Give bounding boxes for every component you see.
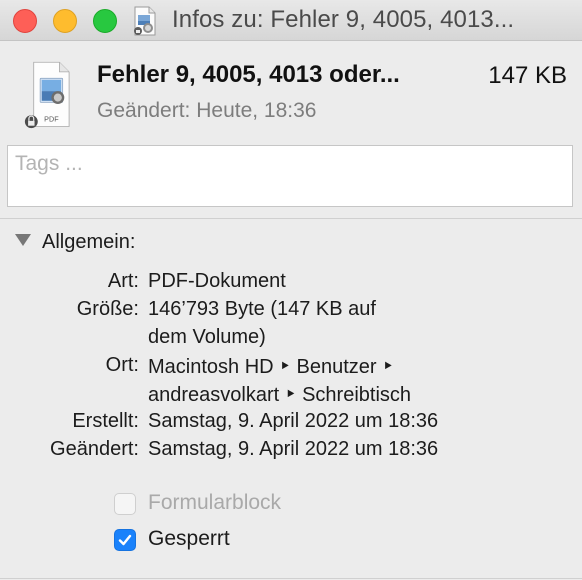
pdf-file-icon[interactable] xyxy=(132,6,158,36)
disclosure-triangle-icon[interactable] xyxy=(15,234,31,246)
stationery-pad-checkbox[interactable] xyxy=(114,493,136,515)
file-name: Fehler 9, 4005, 4013 oder... xyxy=(97,61,400,88)
checkbox-label: Formularblock xyxy=(148,491,282,514)
checkmark-icon xyxy=(118,534,132,546)
divider xyxy=(0,578,582,579)
close-button[interactable] xyxy=(13,9,37,33)
title-bar: Infos zu: Fehler 9, 4005, 4013... xyxy=(0,0,582,41)
info-label: Größe: xyxy=(76,298,139,320)
info-value: 146’793 Byte (147 KB auf dem Volume) xyxy=(148,298,376,348)
locked-checkbox[interactable] xyxy=(114,529,136,551)
zoom-button[interactable] xyxy=(93,9,117,33)
info-value: PDF-Dokument xyxy=(148,270,286,292)
info-label: Erstellt: xyxy=(72,410,139,432)
info-value: Samstag, 9. April 2022 um 18:36 xyxy=(148,438,439,460)
section-title: Allgemein: xyxy=(42,231,136,253)
svg-text:PDF: PDF xyxy=(44,115,59,124)
info-value: Macintosh HD ‣ Benutzer ‣ andreasvolkart… xyxy=(148,356,412,406)
minimize-button[interactable] xyxy=(53,9,77,33)
file-size: 147 KB xyxy=(488,62,567,89)
file-header: PDF Fehler 9, 4005, 4013 oder... 147 KB … xyxy=(0,41,582,141)
info-label: Geändert: xyxy=(50,438,139,460)
tags-field[interactable] xyxy=(7,145,573,207)
file-modified: Geändert: Heute, 18:36 xyxy=(97,99,317,122)
info-value: Samstag, 9. April 2022 um 18:36 xyxy=(148,410,439,432)
window-title: Infos zu: Fehler 9, 4005, 4013... xyxy=(172,6,515,33)
divider xyxy=(0,218,582,219)
checkbox-label: Gesperrt xyxy=(148,527,230,550)
tags-input[interactable] xyxy=(13,151,557,177)
info-label: Ort: xyxy=(105,354,139,376)
info-label: Art: xyxy=(107,270,139,292)
pdf-document-icon[interactable]: PDF xyxy=(18,59,80,149)
